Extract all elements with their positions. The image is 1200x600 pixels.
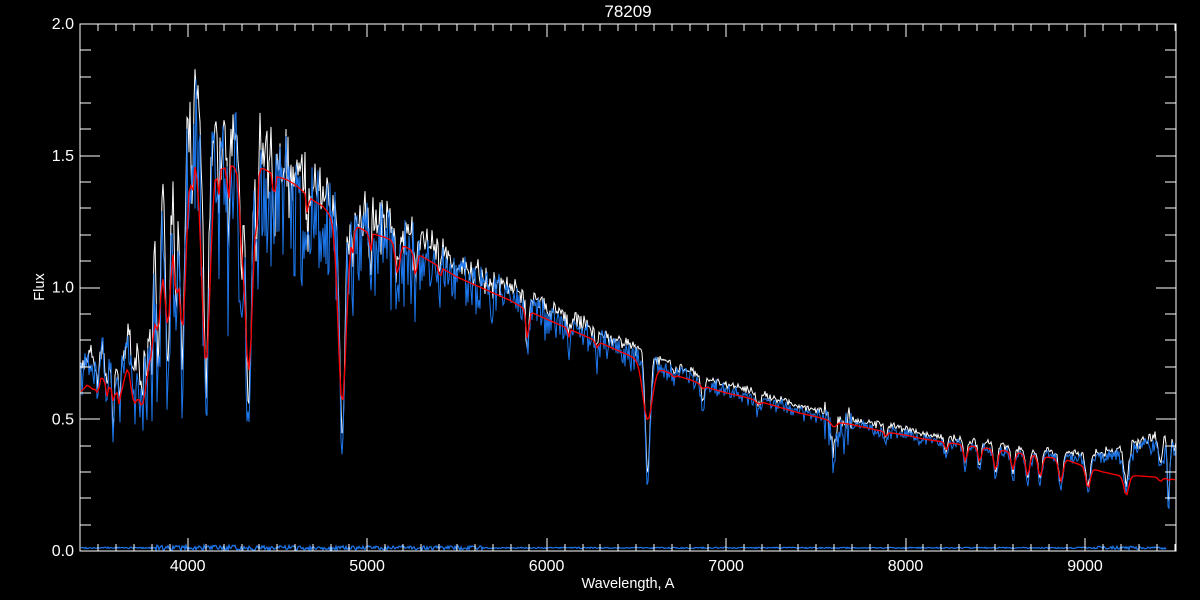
y-tick-label: 1.0 <box>52 280 74 297</box>
x-tick-label: 4000 <box>170 558 206 575</box>
x-tick-label: 6000 <box>529 558 565 575</box>
y-tick-label: 0.5 <box>52 411 74 428</box>
x-tick-label: 9000 <box>1067 558 1103 575</box>
x-tick-label: 8000 <box>888 558 924 575</box>
screen: { "title": "78209", "axes": { "x": { "la… <box>0 0 1200 600</box>
spectral-plot-window: 4000 5000 6000 7000 8000 9000 0.0 0.5 1.0 1.5 2.0 … <box>0 0 1200 600</box>
y-axis-label: Flux <box>32 273 48 301</box>
y-tick-label: 0.0 <box>52 543 74 560</box>
x-tick-label: 5000 <box>349 558 385 575</box>
spectrum-chart: 4000 5000 6000 7000 8000 90000.00.51.01.52.0 … <box>0 0 1200 600</box>
y-tick-label: 1.5 <box>52 148 74 165</box>
x-tick-label: 7000 <box>708 558 744 575</box>
x-axis-label: Wavelength, A <box>582 576 675 592</box>
chart-title: 78209 <box>604 2 651 21</box>
y-tick-label: 2.0 <box>52 16 74 33</box>
